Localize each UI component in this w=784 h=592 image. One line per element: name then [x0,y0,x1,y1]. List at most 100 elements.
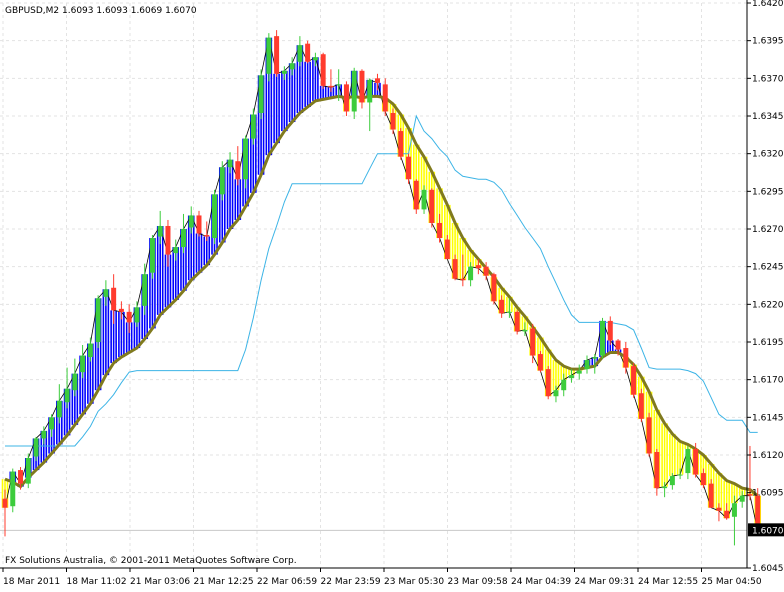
candle-body [134,307,140,323]
candle-body [662,486,668,489]
candle-body [25,458,31,484]
candle [406,153,412,184]
candle [514,310,520,335]
candle [212,189,218,245]
candle-body [305,43,311,62]
candle [351,67,357,120]
candle-body [584,360,590,370]
candle-body [444,239,450,260]
candle-body [64,388,70,403]
candle-body [142,274,148,306]
candle-body [506,311,512,313]
candle-body [700,473,706,486]
candle-body [219,167,225,195]
candle-body [243,138,249,180]
candle-body [693,448,699,475]
candle-body [382,84,388,112]
current-price-label: 1.6070 [752,526,784,536]
price-tick-label: 1.6270 [752,225,784,235]
candle-body [274,36,280,74]
candle-body [452,259,458,279]
candle-body [80,355,86,373]
candle-body [227,159,233,168]
candle-body [429,189,435,223]
time-tick-label: 25 Mar 04:50 [702,577,762,587]
candle-body [600,320,606,356]
candle [95,295,101,349]
candle-body [607,320,613,341]
candle [545,366,551,400]
candle-body [677,474,683,476]
candle-body [491,274,497,302]
candle-body [258,75,264,113]
candle-body [188,215,194,228]
candle-body [180,229,186,248]
price-chart[interactable]: 1.6420 1.6395 1.6370 1.6345 1.6320 1.6295 1.62… [0,0,784,592]
candle-body [118,308,124,312]
time-tick-label: 22 Mar 23:59 [321,577,381,587]
candle-body [483,266,489,276]
price-tick-label: 1.6295 [752,187,784,197]
price-tick-label: 1.6320 [752,150,784,160]
price-tick-label: 1.6120 [752,451,784,461]
candle [491,272,497,305]
candle-body [669,476,675,486]
candle [398,128,404,160]
time-tick-label: 22 Mar 06:59 [257,577,317,587]
candle-body [336,84,342,86]
price-tick-label: 1.6345 [752,112,784,122]
price-tick-label: 1.6370 [752,74,784,84]
candle-body [592,357,598,359]
candle [258,69,264,120]
candle-body [95,298,101,342]
candle [149,235,155,279]
candle-body [398,131,404,157]
candle-body [468,266,474,281]
plot-background [0,0,784,592]
chart-title: GBPUSD,M2 1.6093 1.6093 1.6069 1.6070 [5,6,197,16]
price-tick-label: 1.6420 [752,0,784,9]
candle [600,317,606,359]
price-tick-label: 1.6195 [752,338,784,348]
candle-body [103,289,109,297]
candle-body [297,45,303,62]
candle-body [615,340,621,350]
candle-body [87,343,93,358]
candle-body [173,247,179,254]
candle-body [638,393,644,419]
candle-body [708,483,714,508]
candle-body [739,495,745,502]
price-tick-label: 1.6395 [752,37,784,47]
candle-body [724,510,730,519]
candle-body [359,70,365,103]
candle-body [250,114,256,139]
candle-body [406,156,412,180]
price-tick-label: 1.6045 [752,564,784,574]
candle-body [126,311,132,323]
candle [631,363,637,398]
candle-body [646,417,652,454]
candle-body [413,180,419,210]
candle-body [537,354,543,371]
candle-body [10,471,16,507]
candle-body [328,85,334,88]
candle-body [545,369,551,397]
candle-body [561,379,567,391]
candle-body [212,194,218,239]
candle-body [499,299,505,314]
candle-body [716,507,722,511]
candle [320,52,326,89]
time-tick-label: 24 Mar 04:39 [511,577,571,587]
candle-body [320,54,326,86]
candle-body [568,375,574,379]
candle-body [731,503,737,517]
time-tick-label: 18 Mar 2011 [3,577,60,587]
candle [343,81,349,116]
candle-body [235,161,241,180]
candle-body [343,84,349,112]
candle-body [390,112,396,130]
candle-body [111,287,117,311]
candle-body [49,417,55,430]
time-tick-label: 24 Mar 12:55 [638,577,698,587]
candle-body [685,448,691,474]
